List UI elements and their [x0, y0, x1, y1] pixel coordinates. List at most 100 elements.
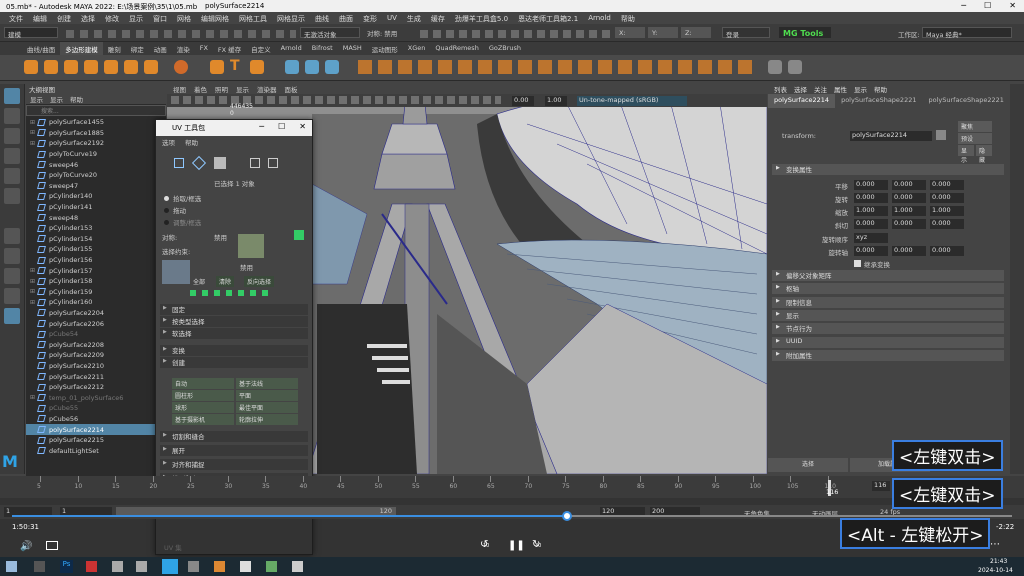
outliner-item[interactable]: ⊞ pCylinder157 [26, 265, 166, 276]
outliner-item[interactable]: polyToCurve20 [26, 170, 166, 181]
attr-section-header[interactable]: 限制信息 [772, 296, 1004, 308]
viewport-menu-item[interactable]: 面板 [285, 84, 298, 94]
rotate-tool-icon[interactable] [4, 168, 20, 184]
video-progress-played[interactable] [12, 515, 567, 517]
uv-create-button[interactable]: 自动 [172, 378, 234, 389]
outliner-item[interactable]: polyToCurve19 [26, 149, 166, 160]
inherit-checkbox[interactable] [854, 260, 861, 267]
y-field[interactable]: Y: [648, 27, 678, 38]
app-icon-4[interactable] [214, 561, 225, 572]
outliner-item[interactable]: polySurface2214 [26, 424, 166, 435]
rotate-axis-x[interactable]: 0.000 [854, 246, 888, 256]
uv-section-header[interactable]: 软选择 [160, 328, 308, 339]
outliner-item[interactable]: polySurface2209 [26, 350, 166, 361]
attr-value-field[interactable]: 0.000 [854, 219, 888, 229]
menu-item[interactable]: 劲爆羊工具盒5.0 [450, 12, 513, 24]
menu-item[interactable]: 曲线 [310, 12, 334, 24]
layout-two-icon[interactable] [4, 268, 20, 284]
shelf-tab[interactable]: XGen [403, 42, 431, 55]
symmetry-value[interactable]: 禁用 [214, 232, 227, 242]
time-slider[interactable]: 5 10 15 20 25 30 35 40 45 50 55 60 65 70 75 80 85 90 95 100… [0, 476, 1024, 498]
close-button[interactable]: ✕ [1009, 1, 1016, 10]
outliner-item[interactable]: ⊞ temp_01_polySurface6 [26, 392, 166, 403]
outliner-item[interactable]: pCylinder153 [26, 223, 166, 234]
smooth-icon[interactable] [325, 60, 339, 74]
shelf-tab[interactable]: QuadRemesh [430, 42, 483, 55]
object-field[interactable]: 无激活对象 [300, 27, 360, 39]
disc-icon[interactable] [144, 60, 158, 74]
attr-value-field[interactable]: 0.000 [930, 193, 964, 203]
selection-mode-radio[interactable]: 拖动 [164, 204, 201, 216]
attr-value-field[interactable]: 0.000 [892, 193, 926, 203]
menu-item[interactable]: 恩达老师工具箱2.1 [513, 12, 583, 24]
attr-value-field[interactable]: 0.000 [892, 219, 926, 229]
shelf-tab[interactable]: Arnold [276, 42, 307, 55]
video-progress-remaining[interactable] [567, 515, 1012, 517]
menu-item[interactable]: 缓存 [426, 12, 450, 24]
shelf-tab[interactable]: GoZBrush [484, 42, 526, 55]
uv-mode-icon[interactable] [250, 158, 260, 168]
uv-menu-item[interactable]: 选项 [162, 137, 175, 147]
pick-node-icon[interactable] [936, 130, 946, 140]
shelf-tab[interactable]: FX 缓存 [213, 42, 246, 55]
viewport-menu-item[interactable]: 着色 [194, 84, 207, 94]
outliner-item[interactable]: pCylinder156 [26, 255, 166, 266]
transform-name-field[interactable]: polySurface2214 [850, 131, 932, 141]
menu-item[interactable]: 选择 [76, 12, 100, 24]
attr-menu-item[interactable]: 显示 [854, 84, 867, 94]
shelf-tab[interactable]: 自定义 [246, 42, 276, 55]
outliner-item[interactable]: polySurface2210 [26, 361, 166, 372]
grid-icon[interactable] [788, 60, 802, 74]
platonic-icon[interactable] [174, 60, 188, 74]
snap-tool-icons[interactable] [420, 30, 610, 38]
layout-outliner-icon[interactable] [4, 288, 20, 304]
shelf-tab[interactable]: 渲染 [172, 42, 195, 55]
login-button[interactable]: 登录 [722, 27, 770, 39]
uv-create-button[interactable]: 圆柱形 [172, 390, 234, 401]
attr-value-field[interactable]: 0.000 [930, 180, 964, 190]
outliner-item[interactable]: sweep46 [26, 159, 166, 170]
uv-create-button[interactable]: 球形 [172, 402, 234, 413]
select-all-button[interactable]: 全部 [190, 276, 208, 287]
attr-section-header[interactable]: 偏移父对象矩阵 [772, 270, 1004, 281]
gamma-field[interactable]: 1.00 [545, 96, 567, 106]
outliner-item[interactable]: polySurface2215 [26, 435, 166, 446]
uv-close-button[interactable]: ✕ [299, 122, 306, 131]
outliner-item[interactable]: ⊞ pCylinder159 [26, 287, 166, 298]
uv-shell-icon[interactable] [268, 158, 278, 168]
outliner-item[interactable]: polySurface2212 [26, 382, 166, 393]
menu-item[interactable]: UV [382, 12, 402, 24]
attr-tab[interactable]: polySurface2214 [768, 94, 836, 108]
uv-toolkit-titlebar[interactable]: UV 工具包 ─ ☐ ✕ [156, 120, 312, 136]
attr-menu-item[interactable]: 属性 [834, 84, 847, 94]
attr-value-field[interactable]: 0.000 [854, 180, 888, 190]
hide-button[interactable]: 隐藏 [976, 145, 992, 164]
move-tool-icon[interactable] [4, 148, 20, 164]
attr-section-header[interactable]: 显示 [772, 309, 1004, 321]
rotate-axis-z[interactable]: 0.000 [930, 246, 964, 256]
pen-icon[interactable] [768, 60, 782, 74]
current-frame-field[interactable]: 116 [872, 481, 890, 491]
menu-item[interactable]: 编辑 [28, 12, 52, 24]
maximize-button[interactable]: ☐ [984, 1, 991, 10]
cone-icon[interactable] [84, 60, 98, 74]
uv-section-header[interactable]: 按类型选择 [160, 316, 308, 327]
uv-section-header[interactable]: 固定 [160, 304, 308, 315]
photoshop-icon[interactable]: Ps [60, 560, 73, 573]
outliner-menu-item[interactable]: 显示 [30, 94, 43, 104]
shelf-tab[interactable]: 雕刻 [103, 42, 126, 55]
text-icon[interactable]: T [230, 58, 244, 74]
outliner-item[interactable]: polySurface2211 [26, 371, 166, 382]
attr-value-field[interactable]: 1.000 [892, 206, 926, 216]
combine-icon[interactable] [285, 60, 299, 74]
outliner-item[interactable]: pCube55 [26, 403, 166, 414]
star-icon[interactable] [210, 60, 224, 74]
outliner-item[interactable]: sweep47 [26, 181, 166, 192]
outliner-item[interactable]: ⊞ pCylinder160 [26, 297, 166, 308]
outliner-item[interactable]: defaultLightSet [26, 445, 166, 456]
radio-icon[interactable] [164, 195, 169, 201]
uv-create-button[interactable]: 平面 [236, 390, 298, 401]
attr-value-field[interactable]: 1.000 [854, 206, 888, 216]
app-icon-7[interactable] [292, 561, 303, 572]
menu-item[interactable]: 显示 [124, 12, 148, 24]
